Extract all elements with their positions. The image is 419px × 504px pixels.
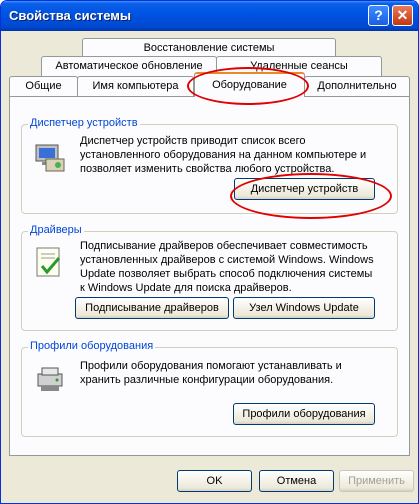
- windows-update-button[interactable]: Узел Windows Update: [233, 297, 375, 319]
- hardware-tab-panel: Диспетчер устройств Диспетчер устройств …: [9, 96, 410, 456]
- drivers-line-3: Update позволяет выбрать способ подключе…: [80, 268, 373, 280]
- driver-signing-button[interactable]: Подписывание драйверов: [75, 297, 229, 319]
- device-manager-icon: [35, 144, 65, 172]
- window-title: Свойства системы: [9, 8, 131, 23]
- drivers-icon: [36, 247, 61, 277]
- tab-advanced[interactable]: Дополнительно: [304, 76, 410, 96]
- drivers-title: Драйверы: [28, 224, 84, 236]
- hardware-profiles-icon: [37, 367, 63, 391]
- hardware-profiles-title: Профили оборудования: [28, 340, 156, 352]
- cancel-button[interactable]: Отмена: [259, 470, 334, 492]
- apply-button[interactable]: Применить: [339, 470, 414, 492]
- hardware-profiles-line-2: хранить различные конфигурации оборудова…: [80, 374, 334, 386]
- device-manager-group: Диспетчер устройств Диспетчер устройств …: [21, 117, 398, 214]
- title-bar[interactable]: Свойства системы ? ✕: [1, 1, 418, 31]
- drivers-line-2: установленных драйверов с системой Windo…: [80, 254, 374, 266]
- tab-computer-name[interactable]: Имя компьютера: [77, 76, 194, 96]
- tab-general[interactable]: Общие: [9, 76, 78, 96]
- tab-hardware[interactable]: Оборудование: [194, 72, 305, 97]
- ok-button[interactable]: OK: [177, 470, 252, 492]
- drivers-line-4: к Windows Update для поиска драйверов.: [80, 282, 292, 294]
- close-icon[interactable]: ✕: [392, 5, 413, 26]
- drivers-line-1: Подписывание драйверов обеспечивает совм…: [80, 240, 368, 252]
- drivers-group: Драйверы Подписывание драйверов обеспечи…: [21, 224, 398, 331]
- system-properties-window: Свойства системы ? ✕ Восстановление сист…: [0, 0, 419, 504]
- help-icon[interactable]: ?: [368, 5, 389, 26]
- tab-system-restore[interactable]: Восстановление системы: [82, 38, 336, 58]
- hardware-profiles-line-1: Профили оборудования помогают устанавлив…: [80, 360, 342, 372]
- device-manager-line-2: установленного оборудования на данном ко…: [80, 149, 367, 161]
- device-manager-title: Диспетчер устройств: [28, 117, 140, 129]
- device-manager-button[interactable]: Диспетчер устройств: [234, 178, 375, 200]
- hardware-profiles-button[interactable]: Профили оборудования: [233, 403, 375, 425]
- hardware-profiles-group: Профили оборудования Профили оборудовани…: [21, 340, 398, 437]
- tab-automatic-updates[interactable]: Автоматическое обновление: [41, 56, 217, 76]
- device-manager-line-1: Диспетчер устройств приводит список всег…: [80, 135, 306, 147]
- device-manager-line-3: позволяет изменить свойства любого устро…: [80, 163, 335, 175]
